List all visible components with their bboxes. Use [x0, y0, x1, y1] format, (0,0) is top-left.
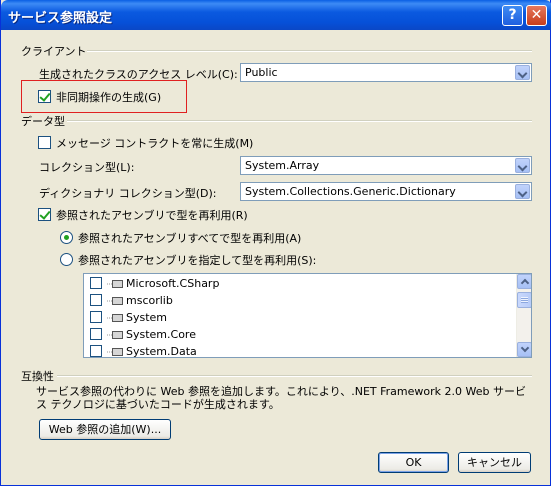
reuse-specified-radio[interactable]	[60, 253, 73, 266]
assembly-icon	[107, 331, 123, 339]
compat-description: サービス参照の代わりに Web 参照を追加します。これにより、.NET Fram…	[36, 385, 526, 411]
reuse-types-label: 参照されたアセンブリで型を再利用(R)	[56, 209, 248, 222]
assembly-name: Microsoft.CSharp	[126, 277, 220, 290]
assembly-list[interactable]: Microsoft.CSharp mscorlib System System.…	[83, 273, 532, 358]
message-contract-checkbox[interactable]	[38, 136, 51, 149]
dictionary-type-combo[interactable]: System.Collections.Generic.Dictionary	[240, 182, 532, 201]
assembly-name: System.Core	[126, 328, 196, 341]
assembly-checkbox[interactable]	[90, 294, 102, 306]
assembly-checkbox[interactable]	[90, 277, 102, 289]
data-type-group-label: データ型	[21, 115, 65, 128]
access-level-value: Public	[245, 66, 278, 79]
service-reference-settings-dialog: サービス参照設定 ? ✕ クライアント 生成されたクラスのアクセス レベル(C)…	[0, 0, 551, 486]
reuse-all-radio[interactable]	[60, 231, 73, 244]
chevron-down-icon[interactable]	[515, 184, 530, 199]
async-checkbox[interactable]	[38, 90, 51, 103]
chevron-down-icon[interactable]	[515, 65, 530, 80]
close-icon: ✕	[530, 7, 543, 23]
data-type-group-divider	[67, 120, 532, 122]
assembly-checkbox[interactable]	[90, 311, 102, 323]
assembly-name: mscorlib	[126, 294, 173, 307]
assembly-icon	[107, 280, 123, 288]
assembly-icon	[107, 314, 123, 322]
cancel-button[interactable]: キャンセル	[458, 452, 531, 473]
client-group-divider	[87, 50, 532, 52]
reuse-specified-label: 参照されたアセンブリを指定して型を再利用(S):	[78, 254, 317, 267]
dictionary-type-value: System.Collections.Generic.Dictionary	[245, 185, 456, 198]
async-label: 非同期操作の生成(G)	[56, 91, 162, 104]
collection-type-value: System.Array	[245, 159, 320, 172]
client-group-label: クライアント	[21, 45, 87, 58]
message-contract-label: メッセージ コントラクトを常に生成(M)	[56, 137, 254, 150]
scroll-thumb[interactable]	[517, 292, 531, 308]
compat-group-label: 互換性	[21, 370, 54, 383]
assembly-name: System.Data	[126, 345, 197, 358]
help-button[interactable]: ?	[502, 5, 523, 26]
chevron-down-icon[interactable]	[515, 158, 530, 173]
compat-group-divider	[57, 375, 532, 377]
scroll-down-button[interactable]	[517, 342, 531, 357]
access-level-combo[interactable]: Public	[240, 63, 532, 82]
title-bar[interactable]: サービス参照設定 ? ✕	[1, 0, 551, 30]
scroll-up-button[interactable]	[517, 274, 531, 289]
assembly-checkbox[interactable]	[90, 328, 102, 340]
window-title: サービス参照設定	[8, 11, 113, 26]
dictionary-type-label: ディクショナリ コレクション型(D):	[39, 187, 217, 200]
add-web-reference-button[interactable]: Web 参照の追加(W)...	[39, 419, 171, 440]
collection-type-combo[interactable]: System.Array	[240, 156, 532, 175]
assembly-checkbox[interactable]	[90, 345, 102, 357]
assembly-icon	[107, 348, 123, 356]
vertical-scrollbar[interactable]	[516, 274, 531, 357]
assembly-name: System	[126, 311, 168, 324]
assembly-icon	[107, 297, 123, 305]
reuse-types-checkbox[interactable]	[38, 208, 51, 221]
reuse-all-label: 参照されたアセンブリすべてで型を再利用(A)	[78, 232, 302, 245]
collection-type-label: コレクション型(L):	[39, 161, 135, 174]
close-button[interactable]: ✕	[526, 5, 547, 26]
help-icon: ?	[508, 7, 517, 23]
ok-button[interactable]: OK	[378, 452, 449, 473]
